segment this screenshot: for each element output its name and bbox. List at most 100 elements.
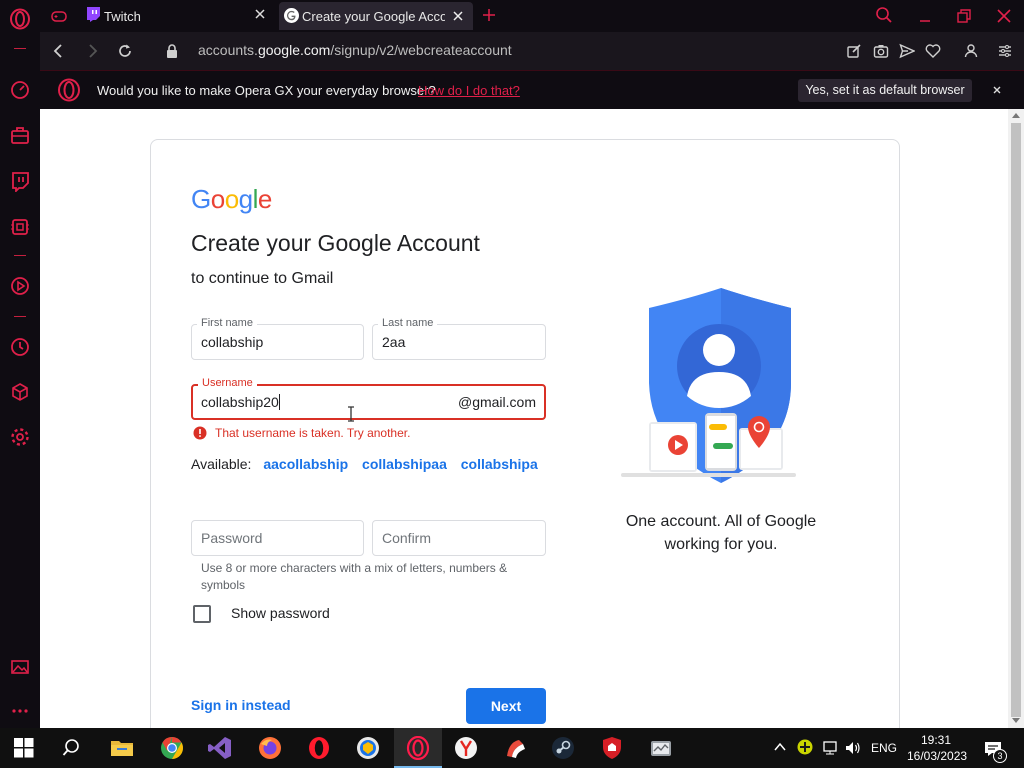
search-tabs-icon[interactable] <box>875 6 893 24</box>
close-infobar-icon[interactable] <box>990 83 1004 97</box>
ccleaner-icon[interactable] <box>503 736 527 760</box>
sign-in-instead-link[interactable]: Sign in instead <box>191 697 291 713</box>
tagline: One account. All of Google working for y… <box>625 513 817 553</box>
infobar-message: Would you like to make Opera GX your eve… <box>97 83 436 98</box>
edit-share-icon[interactable] <box>846 43 862 59</box>
gx-corner-icon[interactable] <box>9 124 31 146</box>
tab-create-google-account[interactable]: Create your Google Account <box>279 2 473 30</box>
scrollbar-thumb[interactable] <box>1011 123 1021 717</box>
suggestion-link[interactable]: collabshipaa <box>362 456 447 472</box>
opera-logo-icon[interactable] <box>9 8 31 30</box>
address-bar: accounts.google.com/signup/v2/webcreatea… <box>40 32 1024 70</box>
password-placeholder: Password <box>201 530 263 546</box>
sidebar-divider <box>14 316 26 317</box>
volume-icon[interactable] <box>845 740 861 756</box>
opera-logo-icon <box>57 78 81 102</box>
settings-gear-icon[interactable] <box>9 426 31 448</box>
close-window-icon[interactable] <box>996 8 1012 24</box>
tab-twitch[interactable]: Twitch <box>80 2 275 30</box>
page-title: Create your Google Account <box>191 230 480 256</box>
opera-icon[interactable] <box>307 736 331 760</box>
confirm-placeholder: Confirm <box>382 530 432 546</box>
language-indicator[interactable]: ENG <box>871 741 897 755</box>
minimize-window-icon[interactable] <box>917 8 933 24</box>
heart-bookmark-icon[interactable] <box>925 43 941 59</box>
clock-date[interactable]: 16/03/2023 <box>907 749 967 763</box>
google-favicon-icon <box>284 8 299 23</box>
search-icon[interactable] <box>62 736 86 760</box>
easy-setup-menu-icon[interactable] <box>997 43 1013 59</box>
steam-icon[interactable] <box>551 736 575 760</box>
extensions-cube-icon[interactable] <box>9 381 31 403</box>
visual-studio-icon[interactable] <box>208 736 232 760</box>
history-icon[interactable] <box>9 336 31 358</box>
more-dots-icon[interactable] <box>9 700 31 722</box>
web-page: Google Create your Google Account to con… <box>40 109 1008 728</box>
set-default-browser-button[interactable]: Yes, set it as default browser <box>798 79 972 102</box>
error-message: That username is taken. Try another. <box>215 426 411 440</box>
gx-control-icon[interactable] <box>9 216 31 238</box>
first-name-field[interactable]: First name collabship <box>191 317 364 360</box>
url-field[interactable]: accounts.google.com/signup/v2/webcreatea… <box>198 42 512 58</box>
page-scrollbar[interactable] <box>1008 109 1024 728</box>
username-value-wrap: collabship20 <box>201 394 280 410</box>
reload-icon[interactable] <box>117 43 133 59</box>
twitch-icon[interactable] <box>9 170 31 192</box>
file-explorer-icon[interactable] <box>110 736 134 760</box>
username-field[interactable]: Username collabship20 @gmail.com <box>191 377 546 422</box>
back-icon[interactable] <box>51 43 67 59</box>
available-label: Available: <box>191 456 252 472</box>
gallery-icon[interactable] <box>9 656 31 678</box>
system-manager-icon[interactable] <box>649 736 673 760</box>
show-password-label[interactable]: Show password <box>231 605 330 621</box>
last-name-label: Last name <box>378 317 438 329</box>
antivirus-shield-icon[interactable] <box>600 736 624 760</box>
lock-icon[interactable] <box>165 43 179 59</box>
close-tab-icon[interactable] <box>253 7 267 21</box>
show-password-checkbox[interactable] <box>193 605 211 623</box>
close-tab-icon[interactable] <box>451 9 465 23</box>
text-cursor-icon <box>347 406 355 422</box>
confirm-password-field[interactable]: Confirm <box>372 520 546 556</box>
snapshot-camera-icon[interactable] <box>873 43 889 59</box>
player-icon[interactable] <box>9 275 31 297</box>
scroll-down-icon[interactable] <box>1012 718 1020 724</box>
available-suggestions: Available: aacollabship collabshipaa col… <box>191 456 538 472</box>
default-browser-infobar: Would you like to make Opera GX your eve… <box>40 70 1024 109</box>
new-tab-icon[interactable] <box>481 7 497 23</box>
windows-start-icon[interactable] <box>14 738 34 758</box>
yandex-icon[interactable] <box>454 736 478 760</box>
restore-window-icon[interactable] <box>956 8 972 24</box>
chrome-icon[interactable] <box>160 736 184 760</box>
tray-app-icon[interactable] <box>797 739 813 755</box>
next-button[interactable]: Next <box>466 688 546 724</box>
account-shield-illustration <box>621 288 821 488</box>
tab-label: Create your Google Account <box>302 9 445 24</box>
gamepad-icon[interactable] <box>51 8 67 24</box>
google-logo: Google <box>191 184 272 215</box>
send-icon[interactable] <box>899 43 915 59</box>
suggestion-link[interactable]: aacollabship <box>263 456 348 472</box>
scroll-up-icon[interactable] <box>1012 112 1020 118</box>
speedometer-icon[interactable] <box>9 79 31 101</box>
how-do-i-link[interactable]: How do I do that? <box>418 83 520 98</box>
gmail-suffix: @gmail.com <box>457 394 536 410</box>
signup-card: Google Create your Google Account to con… <box>150 139 900 728</box>
profile-icon[interactable] <box>963 43 979 59</box>
taskbar: ENG 19:31 16/03/2023 3 <box>0 728 1024 768</box>
firefox-icon[interactable] <box>258 736 282 760</box>
text-caret <box>278 394 280 410</box>
clock-time[interactable]: 19:31 <box>921 733 951 747</box>
suggestion-link[interactable]: collabshipa <box>461 456 538 472</box>
forward-icon[interactable] <box>84 43 100 59</box>
password-field[interactable]: Password <box>191 520 364 556</box>
first-name-label: First name <box>197 317 257 329</box>
first-name-value: collabship <box>201 334 264 350</box>
network-icon[interactable] <box>821 740 839 756</box>
brave-browser-icon[interactable] <box>356 736 380 760</box>
opera-gx-icon[interactable] <box>406 736 430 760</box>
url-prefix: accounts. <box>198 42 258 58</box>
tray-overflow-chevron-icon[interactable] <box>774 742 786 752</box>
last-name-field[interactable]: Last name 2aa <box>372 317 546 360</box>
twitch-favicon-icon <box>86 7 100 22</box>
